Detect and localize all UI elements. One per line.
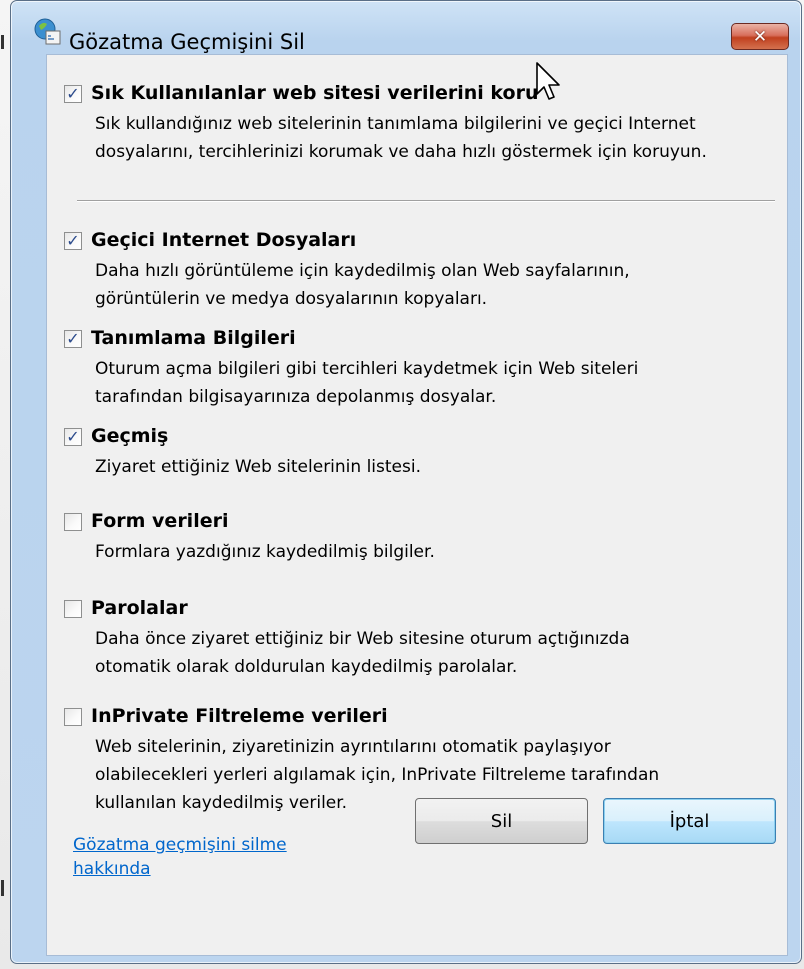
dialog-window: Gözatma Geçmişini Sil ✕ ✓ Sık Kullanılan… bbox=[10, 0, 802, 964]
mouse-cursor-icon bbox=[536, 62, 560, 100]
background-edge-mark bbox=[1, 880, 4, 896]
temp-internet-files-description: Daha hızlı görüntüleme için kaydedilmiş … bbox=[95, 257, 630, 313]
description-line: Formlara yazdığınız kaydedilmiş bilgiler… bbox=[95, 542, 435, 562]
description-line: Ziyaret ettiğiniz Web sitelerinin listes… bbox=[95, 457, 421, 477]
checkmark-icon: ✓ bbox=[66, 329, 80, 348]
passwords-label[interactable]: Parolalar bbox=[91, 597, 188, 619]
cancel-button[interactable]: İptal bbox=[603, 798, 776, 844]
inprivate-filtering-label[interactable]: InPrivate Filtreleme verileri bbox=[91, 705, 388, 727]
checkmark-icon: ✓ bbox=[66, 427, 80, 446]
description-line: dosyalarını, tercihlerinizi korumak ve d… bbox=[95, 142, 707, 162]
checkmark-icon: ✓ bbox=[66, 84, 80, 103]
description-line: Daha önce ziyaret ettiğiniz bir Web site… bbox=[95, 629, 630, 649]
background-edge-mark bbox=[1, 35, 4, 49]
checkmark-icon: ✓ bbox=[66, 231, 80, 250]
description-line: olabilecekleri yerleri algılamak için, I… bbox=[95, 765, 660, 785]
history-label[interactable]: Geçmiş bbox=[91, 425, 168, 447]
internet-explorer-icon bbox=[33, 17, 61, 45]
description-line: görüntülerin ve medya dosyalarının kopya… bbox=[95, 289, 488, 309]
description-line: Web sitelerinin, ziyaretinizin ayrıntıla… bbox=[95, 737, 611, 757]
form-data-label[interactable]: Form verileri bbox=[91, 510, 228, 532]
passwords-checkbox[interactable] bbox=[64, 600, 82, 618]
dialog-title: Gözatma Geçmişini Sil bbox=[69, 30, 305, 54]
favorites-checkbox[interactable]: ✓ bbox=[64, 85, 82, 103]
inprivate-filtering-checkbox[interactable] bbox=[64, 708, 82, 726]
help-link-line[interactable]: Gözatma geçmişini silme bbox=[73, 833, 287, 857]
help-link[interactable]: Gözatma geçmişini silme hakkında bbox=[73, 833, 287, 881]
cookies-checkbox[interactable]: ✓ bbox=[64, 330, 82, 348]
close-button[interactable]: ✕ bbox=[731, 23, 789, 50]
temp-internet-files-label[interactable]: Geçici Internet Dosyaları bbox=[91, 229, 356, 251]
description-line: Oturum açma bilgileri gibi tercihleri ka… bbox=[95, 359, 639, 379]
cookies-description: Oturum açma bilgileri gibi tercihleri ka… bbox=[95, 355, 638, 411]
history-description: Ziyaret ettiğiniz Web sitelerinin listes… bbox=[95, 453, 421, 481]
description-line: Sık kullandığınız web sitelerinin tanıml… bbox=[95, 114, 696, 134]
form-data-description: Formlara yazdığınız kaydedilmiş bilgiler… bbox=[95, 538, 435, 566]
description-line: otomatik olarak doldurulan kaydedilmiş p… bbox=[95, 657, 518, 677]
description-line: Daha hızlı görüntüleme için kaydedilmiş … bbox=[95, 261, 630, 281]
form-data-checkbox[interactable] bbox=[64, 513, 82, 531]
passwords-description: Daha önce ziyaret ettiğiniz bir Web site… bbox=[95, 625, 630, 681]
title-bar[interactable]: Gözatma Geçmişini Sil ✕ bbox=[11, 1, 801, 54]
divider bbox=[77, 200, 775, 202]
favorites-label[interactable]: Sık Kullanılanlar web sitesi verilerini … bbox=[91, 82, 538, 104]
cookies-label[interactable]: Tanımlama Bilgileri bbox=[91, 327, 296, 349]
temp-internet-files-checkbox[interactable]: ✓ bbox=[64, 232, 82, 250]
help-link-line[interactable]: hakkında bbox=[73, 857, 287, 881]
dialog-content: ✓ Sık Kullanılanlar web sitesi verilerin… bbox=[46, 54, 788, 956]
description-line: tarafından bilgisayarınıza depolanmış do… bbox=[95, 387, 497, 407]
delete-button[interactable]: Sil bbox=[415, 798, 588, 844]
favorites-description: Sık kullandığınız web sitelerinin tanıml… bbox=[95, 110, 707, 166]
history-checkbox[interactable]: ✓ bbox=[64, 428, 82, 446]
close-icon: ✕ bbox=[752, 26, 768, 47]
